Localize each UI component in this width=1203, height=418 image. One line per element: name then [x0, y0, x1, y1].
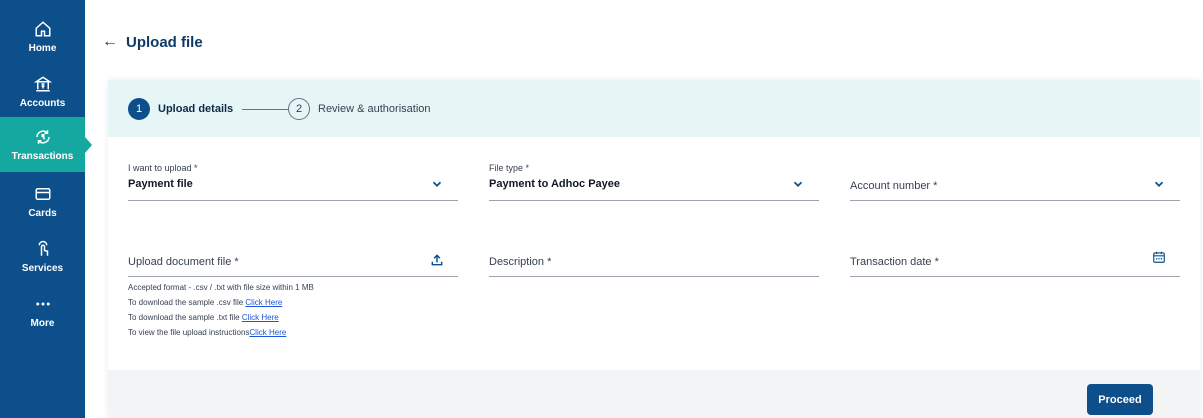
txt-hint: To download the sample .txt file Click H…: [128, 313, 279, 322]
instructions-hint-text: To view the file upload instructions: [128, 328, 250, 337]
account-number-placeholder: Account number *: [850, 180, 938, 192]
sidebar-item-label: Accounts: [19, 98, 66, 109]
form-footer: Proceed: [108, 370, 1200, 418]
step-connector: [242, 109, 288, 110]
home-icon: [33, 19, 53, 39]
chevron-down-icon[interactable]: [430, 177, 444, 191]
upload-icon[interactable]: [430, 253, 444, 267]
step-1-number: 1: [128, 98, 150, 120]
sidebar-item-cards[interactable]: Cards: [0, 174, 85, 229]
transfer-icon: [33, 127, 53, 147]
csv-hint-text: To download the sample .csv file: [128, 298, 246, 307]
chevron-down-icon[interactable]: [1152, 177, 1166, 191]
csv-hint: To download the sample .csv file Click H…: [128, 298, 282, 307]
sidebar-item-label: Transactions: [11, 151, 74, 162]
upload-document-field[interactable]: Upload document file *: [128, 239, 458, 277]
sidebar-item-label: Services: [21, 263, 64, 274]
description-placeholder: Description *: [489, 256, 552, 268]
card-icon: [33, 184, 53, 204]
sidebar: Home Accounts Transactions Cards Service…: [0, 0, 92, 418]
file-type-select[interactable]: File type * Payment to Adhoc Payee: [489, 163, 819, 201]
proceed-button[interactable]: Proceed: [1087, 384, 1153, 415]
upload-document-placeholder: Upload document file *: [128, 256, 239, 268]
transaction-date-field[interactable]: Transaction date *: [850, 239, 1180, 277]
account-number-select[interactable]: Account number *: [850, 163, 1180, 201]
sidebar-item-label: Home: [28, 43, 57, 54]
sidebar-item-transactions[interactable]: Transactions: [0, 117, 92, 172]
step-2-label: Review & authorisation: [318, 103, 431, 115]
calendar-icon[interactable]: [1152, 250, 1166, 264]
upload-type-label: I want to upload *: [128, 163, 198, 173]
step-1-label: Upload details: [158, 103, 234, 115]
sidebar-item-more[interactable]: More: [0, 284, 85, 339]
page-title: Upload file: [126, 33, 203, 51]
txt-download-link[interactable]: Click Here: [242, 313, 279, 322]
more-icon: [33, 294, 53, 314]
sidebar-item-label: Cards: [28, 208, 57, 219]
chevron-down-icon[interactable]: [791, 177, 805, 191]
sidebar-item-home[interactable]: Home: [0, 9, 85, 64]
upload-type-select[interactable]: I want to upload * Payment file: [128, 163, 458, 201]
file-type-value: Payment to Adhoc Payee: [489, 178, 621, 190]
bank-icon: [33, 74, 53, 94]
instructions-link[interactable]: Click Here: [249, 328, 286, 337]
page-header: ← Upload file: [102, 33, 203, 51]
sidebar-item-accounts[interactable]: Accounts: [0, 64, 85, 119]
sidebar-item-label: More: [30, 318, 55, 329]
format-hint: Accepted format - .csv / .txt with file …: [128, 283, 314, 292]
step-2-number: 2: [288, 98, 310, 120]
back-arrow-icon[interactable]: ←: [102, 33, 118, 51]
description-field[interactable]: Description *: [489, 239, 819, 277]
file-type-label: File type *: [489, 163, 530, 173]
csv-download-link[interactable]: Click Here: [245, 298, 282, 307]
txt-hint-text: To download the sample .txt file: [128, 313, 242, 322]
instructions-hint: To view the file upload instructionsClic…: [128, 328, 286, 337]
transaction-date-placeholder: Transaction date *: [850, 256, 939, 268]
stepper: 1 Upload details 2 Review & authorisatio…: [108, 80, 1200, 137]
sidebar-item-services[interactable]: Services: [0, 229, 85, 284]
upload-form-card: 1 Upload details 2 Review & authorisatio…: [108, 80, 1200, 418]
tap-icon: [33, 239, 53, 259]
upload-type-value: Payment file: [128, 178, 193, 190]
